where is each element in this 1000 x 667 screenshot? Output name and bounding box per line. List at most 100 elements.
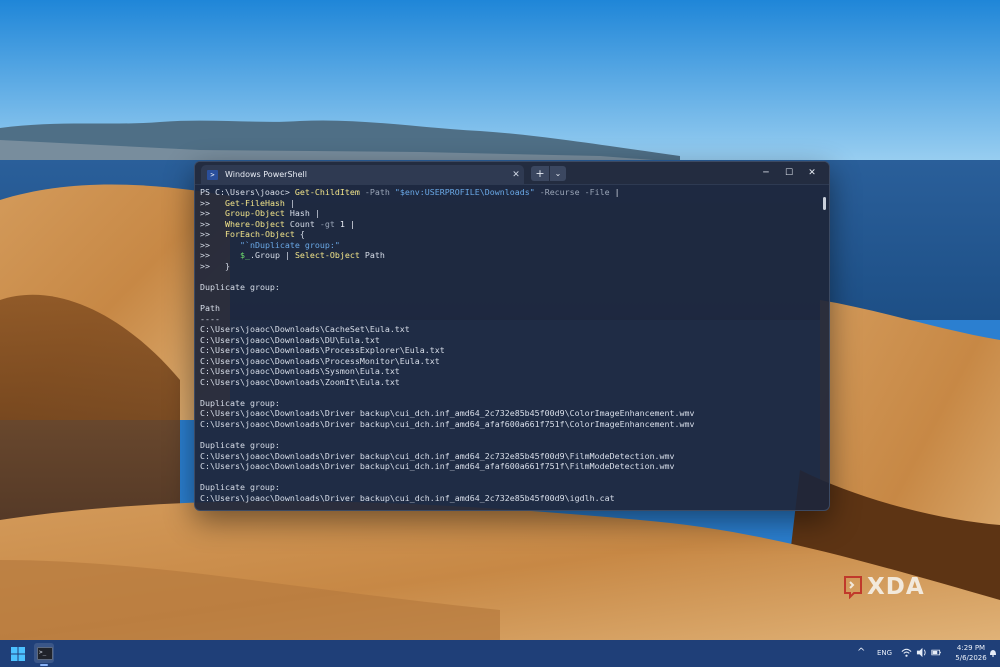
- terminal-text-segment: C:\Users\joaoc\Downloads\ZoomIt\Eula.txt: [200, 376, 400, 387]
- terminal-text-segment: Where-Object: [224, 218, 285, 229]
- terminal-text-segment: "$env:USERPROFILE: [394, 187, 480, 197]
- wifi-icon[interactable]: [901, 647, 912, 658]
- clock[interactable]: 4:29 PM 5/6/2026: [950, 643, 992, 663]
- terminal-output[interactable]: PS C:\Users\joaoc> Get-ChildItem -Path "…: [200, 187, 812, 505]
- terminal-text-segment: >>: [200, 218, 225, 229]
- clock-date: 5/6/2026: [955, 654, 987, 662]
- xda-watermark: XDA: [843, 574, 925, 600]
- terminal-text-segment: >>: [200, 239, 240, 250]
- title-bar[interactable]: > Windows PowerShell ✕ + ⌄ ─ ☐ ✕: [195, 162, 829, 185]
- new-tab-button[interactable]: +: [531, 166, 549, 181]
- terminal-window: > Windows PowerShell ✕ + ⌄ ─ ☐ ✕ PS C:\U…: [194, 161, 830, 511]
- terminal-text-segment: C:\Users\joaoc\Downloads\ProcessMonitor\…: [200, 355, 440, 366]
- terminal-line: ----: [200, 314, 812, 325]
- terminal-text-segment: >>: [200, 197, 225, 208]
- terminal-text-segment: PS C:\Users\joaoc>: [200, 187, 295, 197]
- terminal-text-segment: .Group |: [249, 250, 295, 261]
- terminal-line: Duplicate group:: [200, 282, 812, 293]
- terminal-text-segment: |: [284, 197, 295, 208]
- terminal-line: C:\Users\joaoc\Downloads\Driver backup\c…: [200, 461, 812, 472]
- tab-windows-powershell[interactable]: > Windows PowerShell ✕: [201, 165, 524, 184]
- terminal-line: >> $_.Group | Select-Object Path: [200, 250, 812, 261]
- terminal-line: >> Where-Object Count -gt 1 |: [200, 219, 812, 230]
- terminal-line: C:\Users\joaoc\Downloads\ProcessMonitor\…: [200, 356, 812, 367]
- maximize-button[interactable]: ☐: [778, 165, 800, 181]
- terminal-text-segment: Path: [200, 303, 220, 314]
- terminal-line: >> Get-FileHash |: [200, 198, 812, 209]
- close-tab-icon[interactable]: ✕: [508, 170, 524, 180]
- terminal-text-segment: C:\Users\joaoc\Downloads\ProcessExplorer…: [200, 345, 445, 356]
- terminal-text-segment: ----: [200, 313, 220, 324]
- terminal-text-segment: Get-FileHash: [224, 197, 285, 208]
- terminal-text-segment: >>: [200, 208, 225, 219]
- terminal-text-segment: >>: [200, 250, 240, 261]
- terminal-text-segment: \Downloads": [479, 187, 535, 197]
- terminal-text-segment: Count: [284, 218, 320, 229]
- terminal-line: C:\Users\joaoc\Downloads\Driver backup\c…: [200, 451, 812, 462]
- terminal-text-segment: C:\Users\joaoc\Downloads\Sysmon\Eula.txt: [200, 366, 400, 377]
- terminal-line: Path: [200, 303, 812, 314]
- terminal-text-segment: "`nDuplicate group:": [239, 239, 340, 250]
- language-indicator[interactable]: ENG: [877, 649, 892, 657]
- terminal-line: PS C:\Users\joaoc> Get-ChildItem -Path "…: [200, 187, 812, 198]
- terminal-line: >> }: [200, 261, 812, 272]
- taskbar: >_ ^ ENG 4:29 PM 5/6/2026: [0, 640, 1000, 667]
- close-window-button[interactable]: ✕: [801, 165, 823, 181]
- terminal-line: Duplicate group:: [200, 440, 812, 451]
- minimize-button[interactable]: ─: [755, 165, 777, 181]
- terminal-text-segment: C:\Users\joaoc\Downloads\CacheSet\Eula.t…: [200, 324, 410, 335]
- powershell-icon: >: [207, 169, 218, 180]
- terminal-text-segment: Duplicate group:: [200, 482, 280, 493]
- terminal-text-segment: ForEach-Object: [224, 229, 295, 240]
- tab-title: Windows PowerShell: [225, 170, 307, 179]
- terminal-text-segment: -Recurse -File: [534, 187, 615, 197]
- terminal-text-segment: 1 |: [334, 218, 355, 229]
- terminal-text-segment: $_: [239, 250, 250, 261]
- terminal-line: Duplicate group:: [200, 398, 812, 409]
- chevron-down-icon[interactable]: ⌄: [550, 166, 566, 181]
- windows-start-icon[interactable]: [11, 647, 25, 661]
- terminal-text-segment: C:\Users\joaoc\Downloads\Driver backup\c…: [200, 450, 675, 461]
- terminal-line: >> Group-Object Hash |: [200, 208, 812, 219]
- scrollbar-thumb[interactable]: [823, 197, 826, 210]
- terminal-text-segment: Select-Object: [294, 250, 360, 261]
- terminal-line: C:\Users\joaoc\Downloads\ZoomIt\Eula.txt: [200, 377, 812, 388]
- terminal-text-segment: Duplicate group:: [200, 281, 280, 292]
- terminal-line: >> "`nDuplicate group:": [200, 240, 812, 251]
- terminal-text-segment: Hash |: [284, 208, 320, 219]
- terminal-text-segment: C:\Users\joaoc\Downloads\Driver backup\c…: [200, 408, 695, 419]
- terminal-text-segment: C:\Users\joaoc\Downloads\Driver backup\c…: [200, 419, 695, 430]
- terminal-app-icon[interactable]: >_: [34, 643, 54, 663]
- terminal-text-segment: >>: [200, 229, 225, 240]
- terminal-text-segment: Get-ChildItem: [294, 187, 360, 197]
- xda-logo-icon: [844, 576, 862, 599]
- terminal-line: >> ForEach-Object {: [200, 229, 812, 240]
- terminal-line: C:\Users\joaoc\Downloads\Driver backup\c…: [200, 419, 812, 430]
- terminal-line: C:\Users\joaoc\Downloads\Driver backup\c…: [200, 408, 812, 419]
- xda-text: XDA: [867, 574, 925, 600]
- terminal-text-segment: C:\Users\joaoc\Downloads\Driver backup\c…: [200, 492, 615, 503]
- terminal-line: C:\Users\joaoc\Downloads\ProcessExplorer…: [200, 345, 812, 356]
- terminal-text-segment: C:\Users\joaoc\Downloads\DU\Eula.txt: [200, 334, 380, 345]
- terminal-text-segment: C:\Users\joaoc\Downloads\Driver backup\c…: [200, 461, 675, 472]
- terminal-text-segment: |: [614, 187, 620, 197]
- battery-icon[interactable]: [931, 647, 942, 658]
- bell-icon[interactable]: [989, 648, 997, 657]
- volume-icon[interactable]: [916, 647, 927, 658]
- terminal-text-segment: >> }: [200, 260, 230, 271]
- system-tray[interactable]: [901, 647, 942, 658]
- tray-overflow-chevron-icon[interactable]: ^: [857, 647, 865, 658]
- terminal-line: C:\Users\joaoc\Downloads\Sysmon\Eula.txt: [200, 366, 812, 377]
- clock-time: 4:29 PM: [956, 644, 986, 652]
- terminal-text-segment: Duplicate group:: [200, 397, 280, 408]
- terminal-glyph-icon: >_: [37, 647, 53, 660]
- terminal-text-segment: {: [294, 229, 305, 240]
- terminal-line: C:\Users\joaoc\Downloads\Driver backup\c…: [200, 493, 812, 504]
- terminal-text-segment: Duplicate group:: [200, 440, 280, 451]
- terminal-line: C:\Users\joaoc\Downloads\DU\Eula.txt: [200, 335, 812, 346]
